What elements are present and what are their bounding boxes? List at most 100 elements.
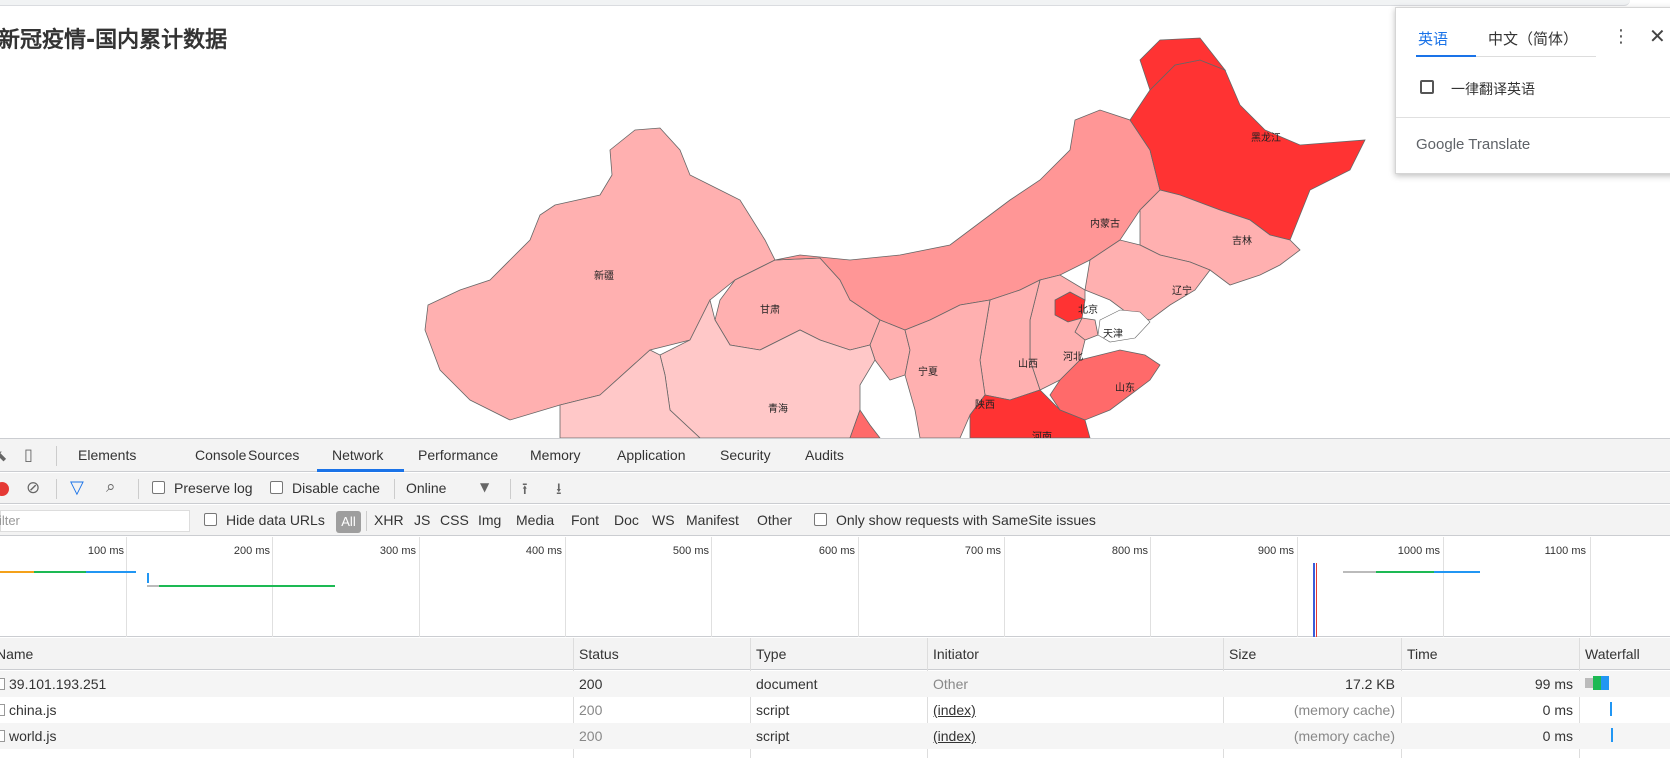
script-icon bbox=[0, 730, 5, 742]
row-type: document bbox=[756, 676, 818, 692]
overview-gridline bbox=[1004, 537, 1005, 637]
overview-gridline bbox=[565, 537, 566, 637]
row-size: (memory cache) bbox=[1293, 702, 1395, 718]
filter-css-button[interactable]: CSS bbox=[440, 512, 469, 528]
filter-xhr-button[interactable]: XHR bbox=[374, 512, 404, 528]
devtools-tab-bar: ⬉ ▯ Elements Console Sources Network Per… bbox=[0, 439, 1670, 472]
column-name[interactable]: Name bbox=[0, 646, 33, 662]
column-size[interactable]: Size bbox=[1229, 646, 1256, 662]
close-icon[interactable]: ✕ bbox=[1649, 26, 1666, 46]
overview-tick-label: 700 ms bbox=[964, 545, 1001, 557]
tab-security[interactable]: Security bbox=[720, 447, 771, 463]
more-options-icon[interactable]: ⋮ bbox=[1612, 28, 1630, 46]
document-icon bbox=[0, 678, 5, 690]
row-size: (memory cache) bbox=[1293, 728, 1395, 744]
translate-tab-english[interactable]: 英语 bbox=[1418, 28, 1448, 49]
overview-gridline bbox=[1590, 537, 1591, 637]
row-initiator-link[interactable]: (index) bbox=[933, 702, 976, 718]
script-icon bbox=[0, 704, 5, 716]
overview-gridline bbox=[419, 537, 420, 637]
hide-data-urls-label: Hide data URLs bbox=[226, 512, 325, 528]
filter-other-button[interactable]: Other bbox=[757, 512, 792, 528]
filter-js-button[interactable]: JS bbox=[414, 512, 430, 528]
filter-ws-button[interactable]: WS bbox=[652, 512, 675, 528]
filter-manifest-button[interactable]: Manifest bbox=[686, 512, 739, 528]
device-toolbar-icon[interactable]: ▯ bbox=[24, 445, 33, 464]
tab-network[interactable]: Network bbox=[332, 447, 383, 463]
row-type: script bbox=[756, 702, 790, 718]
waterfall-bar-queue bbox=[1585, 678, 1593, 688]
filter-all-button[interactable]: All bbox=[336, 511, 361, 533]
row-initiator-link[interactable]: (index) bbox=[933, 728, 976, 744]
tab-sources[interactable]: Sources bbox=[248, 447, 299, 463]
search-icon[interactable]: ⌕ bbox=[106, 477, 116, 497]
tab-console[interactable]: Console bbox=[195, 447, 246, 463]
table-row[interactable]: world.js 200 script (index) (memory cach… bbox=[0, 723, 1670, 749]
preserve-log-checkbox[interactable] bbox=[152, 481, 165, 494]
tab-memory[interactable]: Memory bbox=[530, 447, 581, 463]
map-label-shaanxi: 陕西 bbox=[975, 398, 995, 411]
column-status[interactable]: Status bbox=[579, 646, 619, 662]
export-har-icon[interactable]: ⭳ bbox=[556, 478, 562, 505]
network-overview-timeline[interactable]: 100 ms 200 ms 300 ms 400 ms 500 ms 600 m… bbox=[0, 537, 1670, 637]
filter-doc-button[interactable]: Doc bbox=[614, 512, 639, 528]
column-type[interactable]: Type bbox=[756, 646, 786, 662]
map-label-ningxia: 宁夏 bbox=[918, 365, 938, 378]
requests-table-header: Name Status Type Initiator Size Time Wat… bbox=[0, 638, 1670, 670]
row-time: 0 ms bbox=[1542, 728, 1573, 744]
tab-elements[interactable]: Elements bbox=[78, 447, 136, 463]
column-initiator[interactable]: Initiator bbox=[933, 646, 979, 662]
map-label-shanxi: 山西 bbox=[1018, 358, 1038, 370]
map-label-henan: 河南 bbox=[1032, 430, 1052, 438]
overview-gridline bbox=[858, 537, 859, 637]
record-icon[interactable] bbox=[0, 482, 9, 496]
translate-tab-chinese[interactable]: 中文（简体） bbox=[1488, 28, 1578, 49]
tab-audits[interactable]: Audits bbox=[805, 447, 844, 463]
clear-icon[interactable]: ⊘ bbox=[26, 478, 40, 498]
overview-tick-label: 1100 ms bbox=[1544, 545, 1586, 557]
toolbar-separator bbox=[56, 446, 57, 466]
hide-data-urls-checkbox[interactable] bbox=[204, 513, 217, 526]
filter-img-button[interactable]: Img bbox=[478, 512, 501, 528]
map-label-liaoning: 辽宁 bbox=[1172, 284, 1192, 297]
waterfall-bar-receive bbox=[1610, 702, 1612, 716]
filter-input[interactable]: Filter bbox=[0, 510, 190, 532]
always-translate-label: 一律翻译英语 bbox=[1451, 82, 1535, 98]
inspect-element-icon[interactable]: ⬉ bbox=[0, 446, 7, 465]
table-row[interactable]: china.js 200 script (index) (memory cach… bbox=[0, 697, 1670, 723]
column-waterfall[interactable]: Waterfall bbox=[1585, 646, 1640, 662]
table-row[interactable]: 39.101.193.251 200 document Other 17.2 K… bbox=[0, 671, 1670, 697]
load-event-line bbox=[1316, 563, 1317, 637]
map-label-neimenggu: 内蒙古 bbox=[1090, 217, 1120, 230]
filter-media-button[interactable]: Media bbox=[516, 512, 554, 528]
toolbar-separator bbox=[510, 479, 511, 499]
waterfall-bar-receive bbox=[1601, 676, 1609, 690]
dom-content-loaded-line bbox=[1313, 563, 1315, 637]
map-label-beijing: 北京 bbox=[1078, 303, 1098, 316]
column-time[interactable]: Time bbox=[1407, 646, 1438, 662]
throttle-select[interactable]: Online bbox=[406, 480, 446, 496]
tab-performance[interactable]: Performance bbox=[418, 447, 498, 463]
tab-application[interactable]: Application bbox=[617, 447, 686, 463]
always-translate-checkbox[interactable] bbox=[1420, 80, 1434, 94]
filter-font-button[interactable]: Font bbox=[571, 512, 599, 528]
chevron-down-icon[interactable]: ▼ bbox=[480, 480, 489, 494]
timing-bar-download bbox=[34, 571, 86, 573]
map-label-gansu: 甘肃 bbox=[760, 303, 780, 316]
timing-bar-download bbox=[1376, 571, 1434, 573]
overview-gridline bbox=[126, 537, 127, 637]
translate-divider bbox=[1396, 117, 1670, 118]
filter-icon[interactable]: ▽ bbox=[70, 477, 84, 498]
map-label-xinjiang: 新疆 bbox=[594, 269, 614, 282]
samesite-checkbox[interactable] bbox=[814, 513, 827, 526]
tab-network-underline bbox=[317, 469, 404, 472]
disable-cache-checkbox[interactable] bbox=[270, 481, 283, 494]
google-translate-logo: Google Translate bbox=[1416, 136, 1531, 153]
row-initiator: Other bbox=[933, 676, 969, 692]
import-har-icon[interactable]: ⭱ bbox=[522, 478, 528, 505]
overview-gridline bbox=[1297, 537, 1298, 637]
toolbar-separator bbox=[394, 479, 395, 499]
timing-bar-receive bbox=[86, 571, 136, 573]
row-status: 200 bbox=[579, 702, 603, 718]
overview-tick-label: 400 ms bbox=[525, 545, 562, 557]
